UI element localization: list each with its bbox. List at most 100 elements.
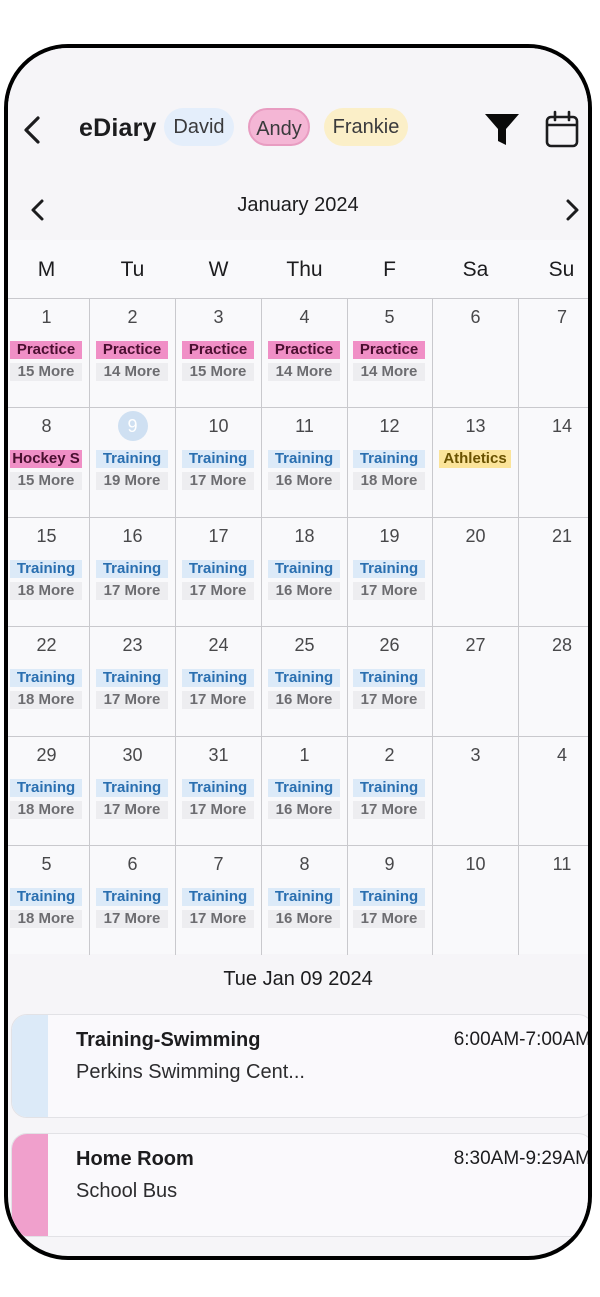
- calendar-day-cell[interactable]: 6 Training 17 More: [90, 845, 176, 955]
- event-chip[interactable]: Training: [353, 560, 425, 578]
- child-filter-david[interactable]: David: [164, 108, 234, 146]
- more-events-label[interactable]: 17 More: [96, 801, 168, 819]
- calendar-day-cell[interactable]: 19 Training 17 More: [347, 517, 433, 627]
- event-chip[interactable]: Training: [268, 450, 340, 468]
- calendar-day-cell[interactable]: 14: [519, 407, 588, 517]
- event-chip[interactable]: Training: [10, 560, 82, 578]
- calendar-day-cell[interactable]: 1 Practice 15 More: [8, 298, 90, 408]
- event-chip[interactable]: Practice: [10, 341, 82, 359]
- more-events-label[interactable]: 14 More: [268, 363, 340, 381]
- calendar-day-cell[interactable]: 21: [519, 517, 588, 627]
- more-events-label[interactable]: 16 More: [268, 582, 340, 600]
- more-events-label[interactable]: 18 More: [10, 801, 82, 819]
- event-chip[interactable]: Athletics: [439, 450, 511, 468]
- event-chip[interactable]: Training: [268, 779, 340, 797]
- event-chip[interactable]: Training: [353, 669, 425, 687]
- calendar-day-cell[interactable]: 3: [433, 736, 519, 846]
- calendar-day-cell[interactable]: 23 Training 17 More: [90, 626, 176, 736]
- calendar-day-cell[interactable]: 22 Training 18 More: [8, 626, 90, 736]
- calendar-day-cell[interactable]: 27: [433, 626, 519, 736]
- event-chip[interactable]: Practice: [268, 341, 340, 359]
- event-chip[interactable]: Training: [182, 888, 254, 906]
- calendar-day-cell[interactable]: 11 Training 16 More: [262, 407, 348, 517]
- event-chip[interactable]: Training: [96, 779, 168, 797]
- calendar-day-cell[interactable]: 8 Training 16 More: [262, 845, 348, 955]
- event-chip[interactable]: Practice: [182, 341, 254, 359]
- event-card[interactable]: Home Room School Bus 8:30AM-9:29AM: [11, 1133, 588, 1237]
- event-chip[interactable]: Training: [96, 888, 168, 906]
- more-events-label[interactable]: 17 More: [96, 582, 168, 600]
- event-chip[interactable]: Training: [268, 560, 340, 578]
- event-chip[interactable]: Training: [10, 888, 82, 906]
- event-chip[interactable]: Training: [182, 560, 254, 578]
- event-chip[interactable]: Training: [353, 779, 425, 797]
- calendar-day-cell[interactable]: 26 Training 17 More: [347, 626, 433, 736]
- calendar-day-cell[interactable]: 16 Training 17 More: [90, 517, 176, 627]
- more-events-label[interactable]: 17 More: [353, 910, 425, 928]
- event-chip[interactable]: Hockey S: [10, 450, 82, 468]
- calendar-day-cell[interactable]: 31 Training 17 More: [176, 736, 262, 846]
- calendar-day-cell[interactable]: 2 Training 17 More: [347, 736, 433, 846]
- more-events-label[interactable]: 17 More: [96, 691, 168, 709]
- calendar-day-cell[interactable]: 24 Training 17 More: [176, 626, 262, 736]
- calendar-day-cell[interactable]: 11: [519, 845, 588, 955]
- more-events-label[interactable]: 17 More: [353, 582, 425, 600]
- more-events-label[interactable]: 16 More: [268, 910, 340, 928]
- event-chip[interactable]: Training: [96, 560, 168, 578]
- next-month-button[interactable]: [560, 196, 584, 224]
- more-events-label[interactable]: 17 More: [353, 691, 425, 709]
- event-chip[interactable]: Training: [268, 888, 340, 906]
- more-events-label[interactable]: 17 More: [182, 910, 254, 928]
- calendar-day-cell[interactable]: 10 Training 17 More: [176, 407, 262, 517]
- calendar-day-cell[interactable]: 18 Training 16 More: [262, 517, 348, 627]
- calendar-day-cell[interactable]: 5 Training 18 More: [8, 845, 90, 955]
- child-filter-frankie[interactable]: Frankie: [324, 108, 408, 146]
- calendar-day-cell[interactable]: 5 Practice 14 More: [347, 298, 433, 408]
- more-events-label[interactable]: 14 More: [353, 363, 425, 381]
- more-events-label[interactable]: 18 More: [10, 582, 82, 600]
- calendar-day-cell[interactable]: 4: [519, 736, 588, 846]
- event-chip[interactable]: Practice: [96, 341, 168, 359]
- event-chip[interactable]: Training: [353, 450, 425, 468]
- more-events-label[interactable]: 19 More: [96, 472, 168, 490]
- event-chip[interactable]: Training: [182, 450, 254, 468]
- calendar-day-cell[interactable]: 25 Training 16 More: [262, 626, 348, 736]
- child-filter-andy[interactable]: Andy: [248, 108, 310, 146]
- calendar-day-cell[interactable]: 3 Practice 15 More: [176, 298, 262, 408]
- event-card[interactable]: Training-Swimming Perkins Swimming Cent.…: [11, 1014, 588, 1118]
- calendar-day-cell[interactable]: 20: [433, 517, 519, 627]
- calendar-day-cell[interactable]: 8 Hockey S 15 More: [8, 407, 90, 517]
- calendar-day-cell[interactable]: 9 Training 17 More: [347, 845, 433, 955]
- filter-button[interactable]: [480, 110, 524, 148]
- more-events-label[interactable]: 16 More: [268, 472, 340, 490]
- more-events-label[interactable]: 14 More: [96, 363, 168, 381]
- calendar-day-cell[interactable]: 30 Training 17 More: [90, 736, 176, 846]
- event-chip[interactable]: Training: [96, 669, 168, 687]
- more-events-label[interactable]: 17 More: [182, 582, 254, 600]
- calendar-day-cell[interactable]: 12 Training 18 More: [347, 407, 433, 517]
- event-chip[interactable]: Training: [353, 888, 425, 906]
- event-chip[interactable]: Training: [10, 779, 82, 797]
- more-events-label[interactable]: 18 More: [10, 691, 82, 709]
- more-events-label[interactable]: 15 More: [182, 363, 254, 381]
- calendar-day-cell[interactable]: 10: [433, 845, 519, 955]
- more-events-label[interactable]: 15 More: [10, 363, 82, 381]
- back-button[interactable]: [18, 110, 48, 150]
- calendar-day-cell[interactable]: 15 Training 18 More: [8, 517, 90, 627]
- calendar-button[interactable]: [544, 110, 580, 150]
- calendar-day-cell[interactable]: 2 Practice 14 More: [90, 298, 176, 408]
- event-chip[interactable]: Training: [182, 779, 254, 797]
- more-events-label[interactable]: 16 More: [268, 801, 340, 819]
- event-chip[interactable]: Practice: [353, 341, 425, 359]
- event-chip[interactable]: Training: [268, 669, 340, 687]
- calendar-day-cell[interactable]: 7: [519, 298, 588, 408]
- calendar-day-cell[interactable]: 9 Training 19 More: [90, 407, 176, 517]
- event-chip[interactable]: Training: [10, 669, 82, 687]
- more-events-label[interactable]: 18 More: [10, 910, 82, 928]
- calendar-day-cell[interactable]: 4 Practice 14 More: [262, 298, 348, 408]
- event-chip[interactable]: Training: [96, 450, 168, 468]
- calendar-day-cell[interactable]: 13 Athletics: [433, 407, 519, 517]
- calendar-day-cell[interactable]: 6: [433, 298, 519, 408]
- calendar-day-cell[interactable]: 17 Training 17 More: [176, 517, 262, 627]
- more-events-label[interactable]: 17 More: [182, 801, 254, 819]
